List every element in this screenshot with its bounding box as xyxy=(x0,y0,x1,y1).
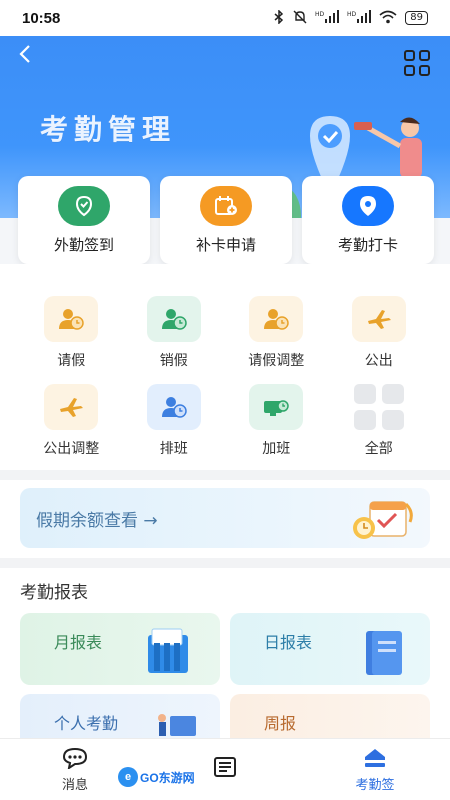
quick-actions: 外勤签到 补卡申请 考勤打卡 xyxy=(18,176,434,264)
banner-text: 假期余额查看 → xyxy=(36,510,158,531)
status-bar: 10:58 HD HD 89 xyxy=(0,0,450,36)
calendar-clock-icon xyxy=(353,501,413,539)
watermark-text: GO东游网 xyxy=(140,770,195,785)
report-card-daily[interactable]: 日报表 xyxy=(230,613,430,685)
func-label: 请假 xyxy=(57,353,86,369)
func-cancel-leave[interactable]: 销假 xyxy=(123,296,226,370)
monitor-clock-icon xyxy=(249,384,304,430)
quick-action-label: 补卡申请 xyxy=(195,235,256,254)
func-label: 公出调整 xyxy=(43,441,100,457)
home-icon xyxy=(365,748,385,767)
quick-action-label: 考勤打卡 xyxy=(337,235,398,254)
func-leave[interactable]: 请假 xyxy=(20,296,123,370)
svg-text:HD: HD xyxy=(347,11,357,18)
report-label: 周报 xyxy=(264,714,297,733)
quick-action-reissue-card[interactable]: 补卡申请 xyxy=(160,176,292,264)
quick-action-field-checkin[interactable]: 外勤签到 xyxy=(18,176,150,264)
func-label: 请假调整 xyxy=(248,353,305,369)
leave-balance-banner[interactable]: 假期余额查看 → xyxy=(20,488,430,548)
watermark-logo: e GO东游网 xyxy=(118,766,210,788)
reports-title: 考勤报表 xyxy=(20,583,88,603)
signal-1-icon: HD xyxy=(315,9,340,27)
map-pin-icon xyxy=(342,185,394,226)
func-overtime[interactable]: 加班 xyxy=(225,384,328,458)
nav-attendance[interactable]: 考勤签 xyxy=(300,739,450,800)
func-label: 公出 xyxy=(364,353,393,369)
func-all[interactable]: 全部 xyxy=(328,384,431,458)
report-card-monthly[interactable]: 月报表 xyxy=(20,613,220,685)
func-schedule[interactable]: 排班 xyxy=(123,384,226,458)
nav-label: 消息 xyxy=(61,777,88,793)
report-label: 日报表 xyxy=(264,633,313,652)
grid-icon xyxy=(352,384,406,430)
calendar-add-icon xyxy=(200,185,252,226)
report-label: 月报表 xyxy=(54,633,103,652)
divider xyxy=(0,558,450,568)
battery-icon: 89 xyxy=(405,11,428,25)
folder-icon xyxy=(148,628,188,673)
func-label: 销假 xyxy=(159,353,188,369)
user-clock-icon xyxy=(249,296,304,342)
user-clock-icon xyxy=(44,296,99,342)
quick-action-clock-in[interactable]: 考勤打卡 xyxy=(302,176,434,264)
func-label: 加班 xyxy=(262,441,291,457)
divider xyxy=(0,470,450,480)
signal-2-icon: HD xyxy=(347,9,372,27)
grid-menu-icon[interactable] xyxy=(404,50,432,78)
check-location-icon xyxy=(58,185,110,226)
func-label: 排班 xyxy=(159,441,188,457)
mute-bell-icon xyxy=(293,10,307,27)
quick-action-label: 外勤签到 xyxy=(53,235,114,254)
status-icons: HD HD 89 xyxy=(273,8,428,27)
back-button[interactable] xyxy=(18,44,44,70)
func-leave-adjust[interactable]: 请假调整 xyxy=(225,296,328,370)
list-icon xyxy=(214,757,236,777)
report-label: 个人考勤 xyxy=(54,714,119,733)
watermark-icon: e xyxy=(118,767,138,787)
func-label: 全部 xyxy=(364,441,393,457)
airplane-icon xyxy=(351,296,406,342)
status-time: 10:58 xyxy=(22,9,61,27)
svg-text:HD: HD xyxy=(315,11,325,18)
func-trip-adjust[interactable]: 公出调整 xyxy=(20,384,123,458)
functions-grid: 请假 销假 请假调整 公出 公出调整 排班 加班 全部 xyxy=(20,296,430,458)
user-clock-icon xyxy=(146,384,201,430)
airplane-icon xyxy=(44,384,99,430)
chat-icon xyxy=(62,747,88,769)
bottom-nav: 消息 考勤签 xyxy=(0,738,450,800)
user-clock-icon xyxy=(146,296,201,342)
wifi-icon xyxy=(379,10,397,27)
func-business-trip[interactable]: 公出 xyxy=(328,296,431,370)
bluetooth-icon xyxy=(273,8,285,27)
page-title: 考勤管理 xyxy=(40,113,177,146)
nav-label: 考勤签 xyxy=(355,777,395,793)
book-icon xyxy=(366,631,402,675)
